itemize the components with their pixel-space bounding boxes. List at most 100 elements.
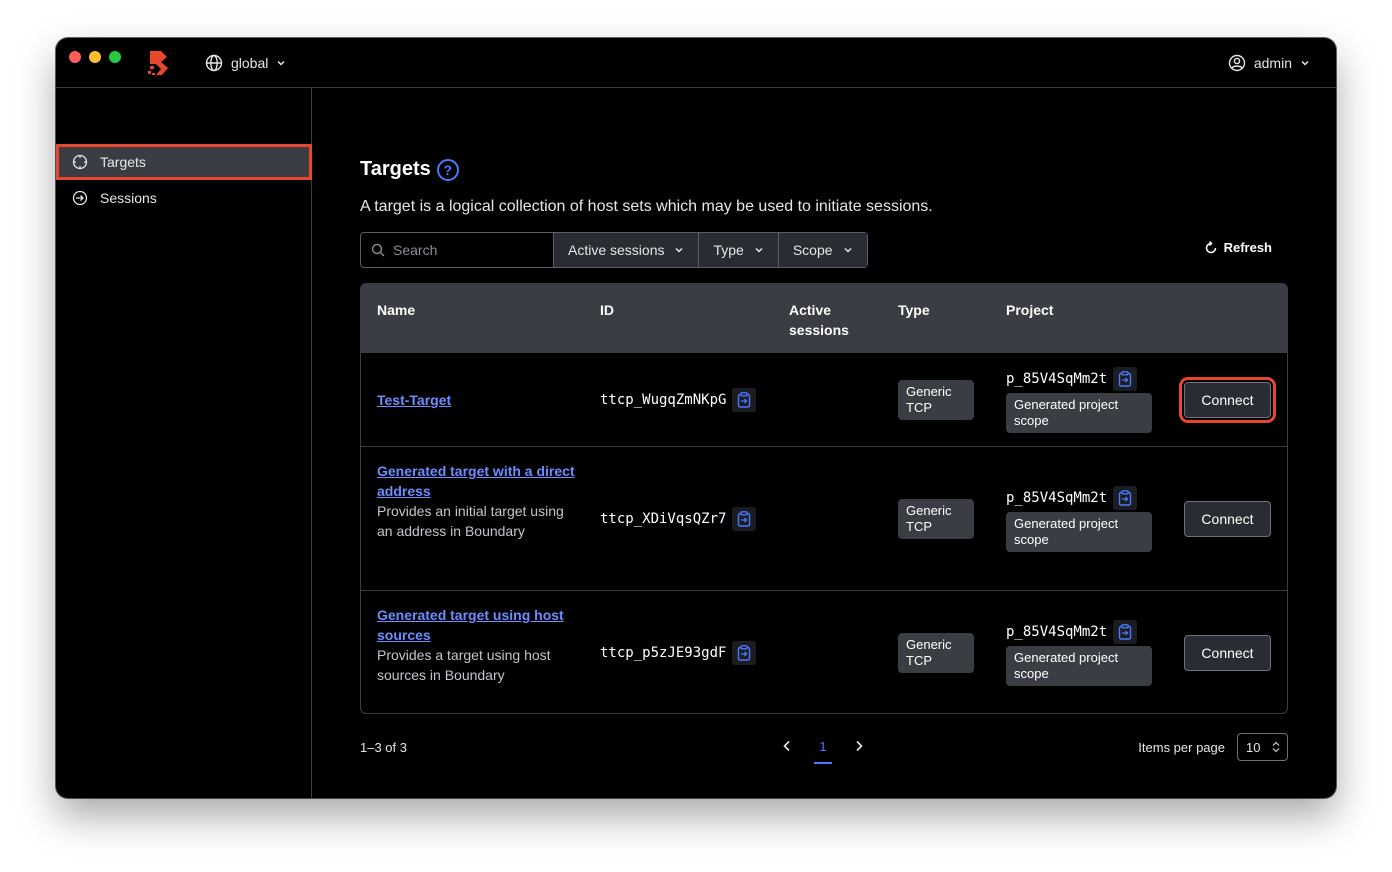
previous-page-button[interactable] (780, 736, 794, 757)
chevron-right-icon (856, 740, 863, 751)
items-per-page-value: 10 (1246, 739, 1261, 755)
type-badge: Generic TCP (898, 380, 974, 420)
project-scope-badge: Generated project scope (1006, 393, 1152, 433)
type-badge: Generic TCP (898, 499, 974, 539)
project-id-row: p_85V4SqMm2t (1006, 367, 1156, 391)
project-cell: p_85V4SqMm2t Generated project scope (1006, 367, 1156, 433)
search-input[interactable]: Search (361, 233, 554, 267)
column-header-active-sessions[interactable]: Active sessions (789, 300, 869, 340)
active-sessions-filter[interactable]: Active sessions (554, 233, 700, 267)
copy-project-id-button[interactable] (1113, 486, 1138, 510)
scope-filter[interactable]: Scope (778, 233, 867, 267)
window-controls (69, 51, 121, 63)
table-row: Generated target using host sources Prov… (361, 590, 1287, 713)
sort-updown-icon (1272, 741, 1280, 753)
maximize-window-button[interactable] (109, 51, 121, 63)
sidebar-item-label: Sessions (100, 190, 157, 206)
table-header: Name ID Active sessions Type Project (361, 284, 1287, 352)
refresh-button[interactable]: Refresh (1204, 240, 1272, 255)
project-scope-badge: Generated project scope (1006, 512, 1152, 552)
copy-id-button[interactable] (732, 388, 757, 412)
pagination-controls: 1 (780, 734, 866, 764)
copy-id-button[interactable] (732, 507, 757, 531)
scope-label: global (231, 55, 269, 71)
table-row: Generated target with a direct address P… (361, 446, 1287, 590)
target-name-cell: Generated target with a direct address P… (377, 461, 577, 541)
target-id-cell: ttcp_XDiVqsQZr7 (600, 507, 757, 531)
column-header-name[interactable]: Name (377, 300, 415, 320)
scope-switcher[interactable]: global (205, 52, 286, 74)
page-number-button[interactable]: 1 (814, 739, 832, 764)
project-id: p_85V4SqMm2t (1006, 371, 1108, 387)
clipboard-copy-icon (1118, 371, 1132, 387)
copy-id-button[interactable] (732, 641, 757, 665)
type-badge: Generic TCP (898, 633, 974, 673)
search-icon (371, 243, 385, 257)
connect-button[interactable]: Connect (1184, 501, 1271, 537)
chevron-down-icon (844, 247, 852, 253)
close-window-button[interactable] (69, 51, 81, 63)
user-circle-icon (1228, 54, 1246, 72)
search-placeholder: Search (393, 242, 438, 258)
target-id-cell: ttcp_WugqZmNKpG (600, 388, 757, 412)
table-row: Test-Target ttcp_WugqZmNKpG Generic TCP (361, 352, 1287, 446)
clipboard-copy-icon (1118, 624, 1132, 640)
target-name-link[interactable]: Test-Target (377, 390, 577, 410)
page-description: A target is a logical collection of host… (360, 198, 933, 215)
chevron-down-icon (675, 247, 684, 253)
target-name-link[interactable]: Generated target using host sources (377, 605, 577, 645)
project-id: p_85V4SqMm2t (1006, 624, 1108, 640)
target-name-link[interactable]: Generated target with a direct address (377, 461, 577, 501)
project-id: p_85V4SqMm2t (1006, 490, 1108, 506)
user-label: admin (1253, 55, 1292, 71)
type-filter[interactable]: Type (699, 233, 779, 267)
target-id-cell: ttcp_p5zJE93gdF (600, 641, 757, 665)
clipboard-copy-icon (738, 392, 751, 408)
title-bar: global admin (56, 38, 1336, 88)
boundary-logo-icon[interactable] (147, 49, 173, 77)
column-header-project[interactable]: Project (1006, 300, 1053, 320)
sidebar-item-sessions[interactable]: Sessions (56, 180, 312, 216)
page-title: Targets ? (360, 158, 459, 181)
target-description: Provides an initial target using an addr… (377, 503, 564, 539)
project-cell: p_85V4SqMm2t Generated project scope (1006, 486, 1156, 552)
app-window: global admin Targets Sessions Targets ? … (56, 38, 1336, 798)
filter-bar: Search Active sessions Type Scope (360, 232, 868, 268)
help-icon[interactable]: ? (436, 158, 459, 181)
session-arrow-icon (72, 190, 88, 206)
clipboard-copy-icon (738, 645, 751, 661)
copy-project-id-button[interactable] (1113, 367, 1138, 391)
chevron-down-icon (1301, 60, 1309, 66)
project-cell: p_85V4SqMm2t Generated project scope (1006, 620, 1156, 686)
chevron-down-icon (755, 247, 763, 253)
refresh-icon (1205, 240, 1216, 253)
clipboard-copy-icon (738, 511, 751, 527)
globe-icon (205, 54, 223, 72)
column-header-type[interactable]: Type (898, 300, 930, 320)
active-sessions-filter-label: Active sessions (568, 242, 665, 258)
page-title-text: Targets (360, 158, 431, 180)
target-id: ttcp_p5zJE93gdF (600, 645, 727, 661)
project-id-row: p_85V4SqMm2t (1006, 486, 1156, 510)
sidebar: Targets Sessions (56, 88, 312, 798)
chevron-down-icon (277, 60, 285, 66)
target-name-cell: Test-Target (377, 390, 577, 410)
copy-project-id-button[interactable] (1113, 620, 1138, 644)
minimize-window-button[interactable] (89, 51, 101, 63)
type-filter-label: Type (713, 242, 744, 258)
connect-button[interactable]: Connect (1179, 377, 1276, 423)
user-menu[interactable]: admin (1228, 52, 1310, 74)
sidebar-item-targets[interactable]: Targets (56, 144, 312, 180)
connect-button[interactable]: Connect (1184, 635, 1271, 671)
pagination-summary: 1–3 of 3 (360, 740, 407, 755)
sidebar-item-label: Targets (100, 154, 146, 170)
scope-filter-label: Scope (792, 242, 833, 258)
items-per-page-select[interactable]: 10 (1237, 733, 1288, 761)
items-per-page: Items per page 10 (1138, 733, 1288, 761)
target-id: ttcp_XDiVqsQZr7 (600, 511, 727, 527)
column-header-id[interactable]: ID (600, 300, 614, 320)
target-id: ttcp_WugqZmNKpG (600, 392, 727, 408)
project-scope-badge: Generated project scope (1006, 646, 1152, 686)
next-page-button[interactable] (852, 736, 866, 757)
refresh-label: Refresh (1223, 240, 1272, 255)
